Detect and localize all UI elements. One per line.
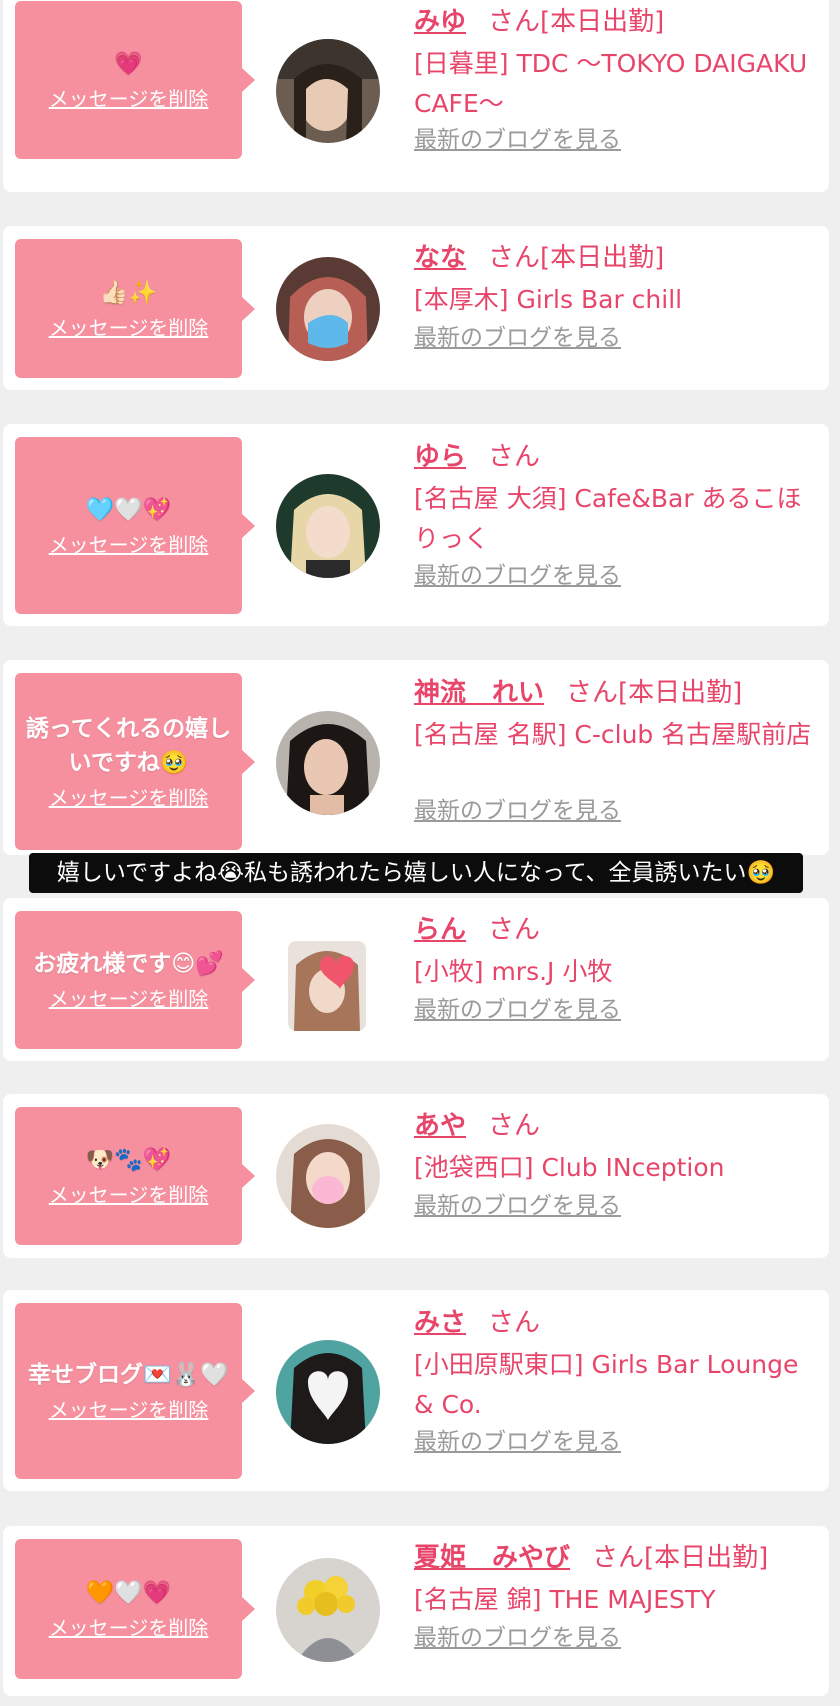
message-bubble: 💗 メッセージを削除 <box>15 1 255 159</box>
latest-blog-link[interactable]: 最新のブログを見る <box>414 1426 621 1458</box>
avatar[interactable] <box>276 1340 380 1444</box>
honorific: さん <box>488 243 541 273</box>
avatar[interactable] <box>276 711 380 815</box>
entry-info: らん さん [小牧] mrs.J 小牧 最新のブログを見る <box>414 912 824 1023</box>
message-bubble: 🐶🐾💖 メッセージを削除 <box>15 1107 255 1245</box>
message-text: 幸せブログ💌🐰🤍 <box>28 1362 229 1388</box>
message-card: お疲れ様です😊💕 メッセージを削除 らん さん [小牧] mrs.J 小牧 最新の… <box>3 898 829 1061</box>
delete-message-link[interactable]: メッセージを削除 <box>49 1181 209 1209</box>
message-text: お疲れ様です😊💕 <box>33 951 224 977</box>
entry-info: なな さん[本日出勤] [本厚木] Girls Bar chill 最新のブログを… <box>414 240 824 351</box>
honorific: さん <box>488 915 541 945</box>
name-line: 神流 れい さん[本日出勤] <box>414 675 824 711</box>
message-text: 🧡🤍💗 <box>85 1580 172 1606</box>
message-text: 🩵🤍💖 <box>85 496 172 523</box>
entry-info: みさ さん [小田原駅東口] Girls Bar Lounge & Co. 最新の… <box>414 1305 824 1455</box>
shop-name: [名古屋 大須] Cafe&Bar あるこほりっく <box>414 484 802 553</box>
shop-name: [名古屋 錦] THE MAJESTY <box>414 1585 716 1614</box>
shop-name: [日暮里] TDC 〜TOKYO DAIGAKU CAFE〜 <box>414 49 808 118</box>
cast-name-link[interactable]: 神流 れい <box>414 678 544 708</box>
shop-name: [池袋西口] Club INception <box>414 1153 725 1182</box>
latest-blog-link[interactable]: 最新のブログを見る <box>414 560 621 592</box>
avatar[interactable] <box>276 39 380 143</box>
shop-name: [本厚木] Girls Bar chill <box>414 285 683 314</box>
cast-name-link[interactable]: みゆ <box>414 7 466 37</box>
entry-info: 夏姫 みやび さん[本日出勤] [名古屋 錦] THE MAJESTY 最新のブロ… <box>414 1540 824 1651</box>
message-card: 幸せブログ💌🐰🤍 メッセージを削除 みさ さん [小田原駅東口] Girls Ba… <box>3 1290 829 1491</box>
shop-name: [小田原駅東口] Girls Bar Lounge & Co. <box>414 1350 799 1419</box>
status-badge: [本日出勤] <box>540 243 665 273</box>
shop-name: [名古屋 名駅] C-club 名古屋駅前店 <box>414 720 812 749</box>
name-line: あや さん <box>414 1108 824 1144</box>
name-line: 夏姫 みやび さん[本日出勤] <box>414 1540 824 1576</box>
message-card: 🩵🤍💖 メッセージを削除 ゆら さん [名古屋 大須] Cafe&Bar あるこほ… <box>3 424 829 626</box>
message-bubble: 👍🏻✨ メッセージを削除 <box>15 239 255 378</box>
cast-name-link[interactable]: なな <box>414 243 466 273</box>
entry-info: ゆら さん [名古屋 大須] Cafe&Bar あるこほりっく 最新のブログを見る <box>414 439 824 589</box>
name-line: みゆ さん[本日出勤] <box>414 4 824 40</box>
entry-info: あや さん [池袋西口] Club INception 最新のブログを見る <box>414 1108 824 1219</box>
name-line: ゆら さん <box>414 439 824 475</box>
cast-name-link[interactable]: らん <box>414 915 466 945</box>
video-caption: 嬉しいですよね😭私も誘われたら嬉しい人になって、全員誘いたい🥹 <box>29 853 803 893</box>
honorific: さん <box>488 7 541 37</box>
status-badge: [本日出勤] <box>618 678 743 708</box>
latest-blog-link[interactable]: 最新のブログを見る <box>414 322 621 354</box>
cast-name-link[interactable]: 夏姫 みやび <box>414 1543 570 1573</box>
cast-name-link[interactable]: あや <box>414 1111 466 1141</box>
message-text: 👍🏻✨ <box>99 279 158 306</box>
latest-blog-link[interactable]: 最新のブログを見る <box>414 1622 621 1654</box>
latest-blog-link[interactable]: 最新のブログを見る <box>414 994 621 1026</box>
avatar[interactable] <box>288 941 366 1031</box>
shop-name: [小牧] mrs.J 小牧 <box>414 957 613 986</box>
avatar[interactable] <box>276 1558 380 1662</box>
message-bubble: 🧡🤍💗 メッセージを削除 <box>15 1539 255 1679</box>
message-text: 💗 <box>114 51 143 77</box>
cast-name-link[interactable]: みさ <box>414 1308 466 1338</box>
entry-info: 神流 れい さん[本日出勤] [名古屋 名駅] C-club 名古屋駅前店 最新の… <box>414 675 824 824</box>
delete-message-link[interactable]: メッセージを削除 <box>49 985 209 1013</box>
message-card: 🐶🐾💖 メッセージを削除 あや さん [池袋西口] Club INception … <box>3 1094 829 1258</box>
honorific: さん <box>592 1543 645 1573</box>
avatar[interactable] <box>276 474 380 578</box>
status-badge: [本日出勤] <box>540 7 665 37</box>
delete-message-link[interactable]: メッセージを削除 <box>49 1614 209 1642</box>
message-card: 💗 メッセージを削除 みゆ さん[本日出勤] [日暮里] TDC 〜TOKYO D… <box>3 0 829 192</box>
delete-message-link[interactable]: メッセージを削除 <box>49 85 209 113</box>
message-bubble: 幸せブログ💌🐰🤍 メッセージを削除 <box>15 1303 255 1479</box>
latest-blog-link[interactable]: 最新のブログを見る <box>414 795 621 827</box>
message-text: 誘ってくれるの嬉しいですね🥹 <box>25 715 232 776</box>
latest-blog-link[interactable]: 最新のブログを見る <box>414 124 621 156</box>
honorific: さん <box>566 678 619 708</box>
message-text: 🐶🐾💖 <box>85 1147 172 1173</box>
delete-message-link[interactable]: メッセージを削除 <box>49 531 209 559</box>
message-bubble: 誘ってくれるの嬉しいですね🥹 メッセージを削除 <box>15 673 255 850</box>
honorific: さん <box>488 1308 541 1338</box>
message-card: 🧡🤍💗 メッセージを削除 夏姫 みやび さん[本日出勤] [名古屋 錦] THE … <box>3 1526 829 1696</box>
delete-message-link[interactable]: メッセージを削除 <box>49 784 209 812</box>
cast-name-link[interactable]: ゆら <box>414 442 466 472</box>
name-line: みさ さん <box>414 1305 824 1341</box>
avatar[interactable] <box>276 1124 380 1228</box>
latest-blog-link[interactable]: 最新のブログを見る <box>414 1190 621 1222</box>
honorific: さん <box>488 1111 541 1141</box>
entry-info: みゆ さん[本日出勤] [日暮里] TDC 〜TOKYO DAIGAKU CAFE… <box>414 4 824 153</box>
delete-message-link[interactable]: メッセージを削除 <box>49 314 209 342</box>
message-bubble: お疲れ様です😊💕 メッセージを削除 <box>15 911 255 1049</box>
name-line: らん さん <box>414 912 824 948</box>
delete-message-link[interactable]: メッセージを削除 <box>49 1396 209 1424</box>
honorific: さん <box>488 442 541 472</box>
status-badge: [本日出勤] <box>644 1543 769 1573</box>
message-card: 👍🏻✨ メッセージを削除 なな さん[本日出勤] [本厚木] Girls Bar … <box>3 226 829 390</box>
message-card: 誘ってくれるの嬉しいですね🥹 メッセージを削除 神流 れい さん[本日出勤] [名… <box>3 660 829 855</box>
avatar[interactable] <box>276 257 380 361</box>
message-bubble: 🩵🤍💖 メッセージを削除 <box>15 437 255 614</box>
name-line: なな さん[本日出勤] <box>414 240 824 276</box>
